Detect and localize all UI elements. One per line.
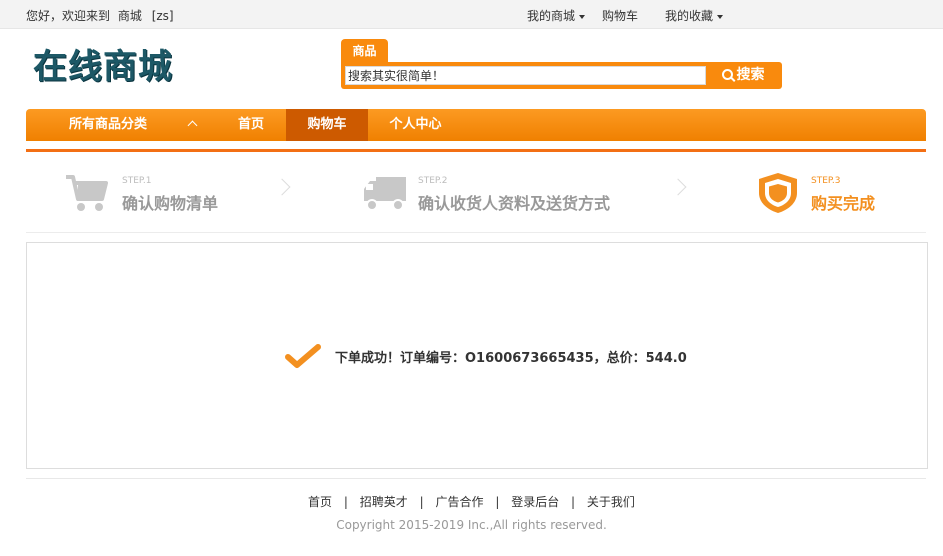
favorites-label: 我的收藏 [665,9,714,23]
step-chevron-icon [273,178,291,196]
greeting-text: 您好，欢迎来到 [26,9,111,23]
order-success-text: 下单成功！订单编号：O1600673665435，总价：544.0 [335,351,687,366]
caret-down-icon [579,14,586,19]
search-icon [721,69,733,80]
footer-separator: | [419,495,424,509]
step-label: 购买完成 [811,194,876,213]
caret-down-icon [717,14,724,19]
nav-divider [26,149,926,152]
step-2: STEP.2 确认收货人资料及送货方式 [362,153,682,233]
footer-separator: | [571,495,576,509]
top-bar: 您好，欢迎来到 商城 [zs] 我的商城 购物车 我的收藏 [0,0,943,29]
footer-link-admin-login[interactable]: 登录后台 [511,495,559,509]
nav-cart[interactable]: 购物车 [286,109,368,141]
my-mall-link[interactable]: 我的商城 [527,7,586,24]
search-category-tab[interactable]: 商品 [341,39,388,63]
step-3: STEP.3 购买完成 [756,153,916,233]
step-number: STEP.2 [418,176,448,186]
order-result-panel: 下单成功！订单编号：O1600673665435，总价：544.0 [26,242,928,469]
site-logo[interactable]: 在线商城 [33,44,185,90]
shield-icon [759,173,797,213]
search-input[interactable] [345,66,706,85]
categories-label: 所有商品分类 [69,117,148,132]
footer-divider [26,478,926,479]
cart-link-label: 购物车 [602,9,639,23]
my-mall-label: 我的商城 [527,9,576,23]
footer-link-home[interactable]: 首页 [308,495,332,509]
footer-links: 首页 | 招聘英才 | 广告合作 | 登录后台 | 关于我们 [0,493,943,510]
my-favorites-link[interactable]: 我的收藏 [665,7,724,24]
site-name[interactable]: 商城 [118,9,142,23]
footer-link-careers[interactable]: 招聘英才 [360,495,408,509]
logo-text: 在线商城 [33,47,173,87]
main-nav: 所有商品分类 首页 购物车 个人中心 [26,109,926,141]
all-categories-menu[interactable]: 所有商品分类 [26,109,216,141]
footer-separator: | [343,495,348,509]
search-button[interactable]: 搜索 [707,64,779,87]
checkmark-icon [285,344,321,368]
nav-home[interactable]: 首页 [216,109,286,141]
cart-icon [66,175,108,211]
step-label: 确认购物清单 [122,194,219,213]
chevron-up-icon [187,120,198,131]
step-label: 确认收货人资料及送货方式 [418,194,611,213]
footer-link-about[interactable]: 关于我们 [587,495,635,509]
username[interactable]: [zs] [152,9,174,23]
nav-user-center[interactable]: 个人中心 [368,109,463,141]
search-box: 搜索 [341,62,782,89]
step-number: STEP.3 [811,176,841,186]
checkout-steps: STEP.1 确认购物清单 STEP.2 确认收货人资料及送货方式 STEP.3… [26,153,926,233]
copyright-text: Copyright 2015-2019 Inc.,All rights rese… [336,518,607,532]
search-button-label: 搜索 [736,67,765,83]
step-1: STEP.1 确认购物清单 [64,153,264,233]
cart-link[interactable]: 购物车 [602,7,638,24]
welcome-message: 您好，欢迎来到 商城 [zs] [26,7,174,24]
step-number: STEP.1 [122,176,152,186]
footer-separator: | [495,495,500,509]
truck-icon [364,177,406,211]
footer-link-ads[interactable]: 广告合作 [435,495,483,509]
